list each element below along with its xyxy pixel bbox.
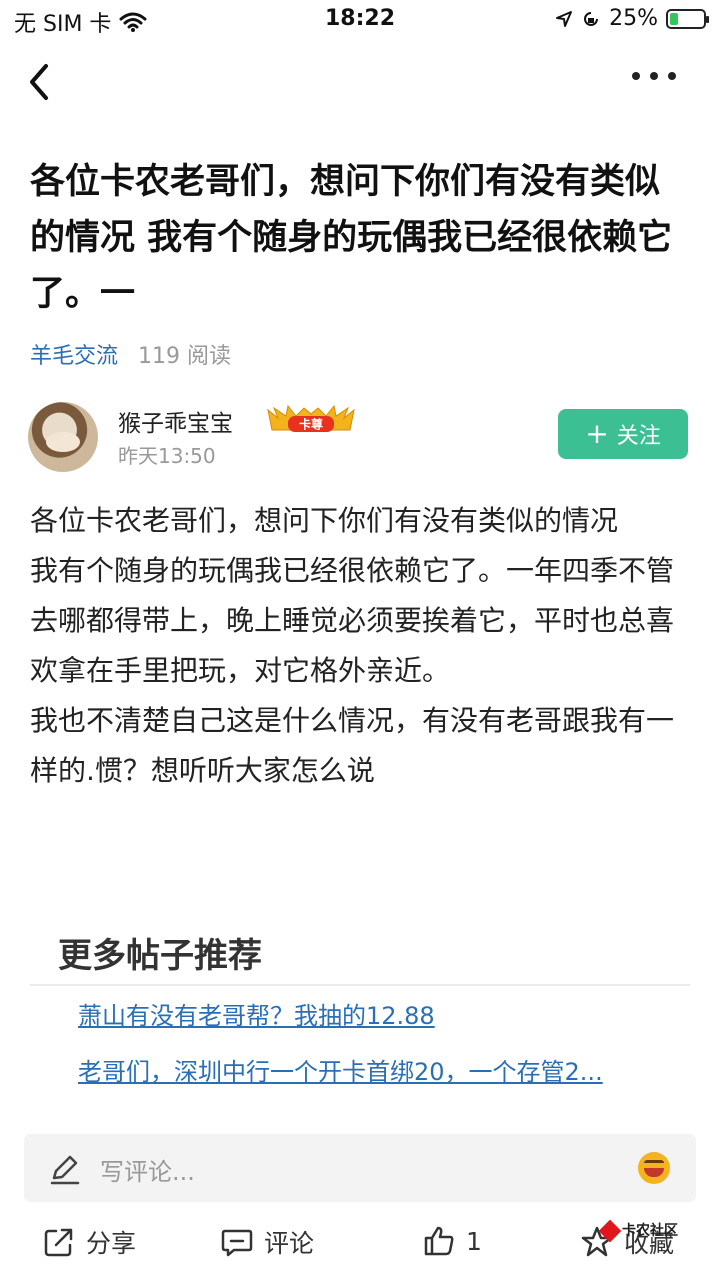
- author-row: 猴子乖宝宝 卡尊 昨天13:50 + 关注: [28, 400, 692, 476]
- like-icon: [424, 1226, 454, 1256]
- status-bar: 无 SIM 卡 18:22 25%: [0, 0, 720, 40]
- rank-badge: 卡尊: [267, 404, 355, 432]
- divider: [30, 984, 690, 986]
- battery-percent: 25%: [609, 6, 658, 31]
- more-icon-dot: [632, 72, 640, 80]
- back-button[interactable]: [22, 60, 62, 104]
- more-icon-dot: [650, 72, 658, 80]
- comment-button[interactable]: 评论: [220, 1224, 314, 1260]
- battery-level: [670, 12, 678, 25]
- recommend-list: 萧山有没有老哥帮？我抽的12.88 老哥们，深圳中行一个开卡首绑20，一个存管2…: [78, 996, 678, 1108]
- like-button[interactable]: 1: [422, 1224, 482, 1258]
- author-name[interactable]: 猴子乖宝宝: [118, 404, 233, 438]
- comment-input[interactable]: 写评论...: [24, 1134, 696, 1202]
- battery-icon: [666, 8, 709, 29]
- share-icon: [44, 1228, 73, 1257]
- like-count: 1: [466, 1226, 482, 1256]
- comment-label: 评论: [264, 1229, 315, 1258]
- post-title: 各位卡农老哥们，想问下你们有没有类似的情况 我有个随身的玩偶我已经很依赖它了。一: [30, 162, 673, 314]
- bottom-action-bar: 分享 评论 1 收藏 卡农社区: [0, 1212, 720, 1272]
- post-meta: 羊毛交流 119 阅读: [30, 338, 231, 370]
- badge-label: 卡尊: [299, 417, 323, 432]
- follow-label: 关注: [616, 424, 661, 449]
- post-time: 昨天13:50: [118, 444, 216, 468]
- post-paragraph: 我有个随身的玩偶我已经很依赖它了。一年四季不管去哪都得带上，晚上睡觉必须要挨着它…: [30, 554, 675, 687]
- avatar[interactable]: [28, 402, 98, 472]
- follow-button[interactable]: + 关注: [558, 409, 688, 459]
- watermark-logo: [598, 1219, 622, 1243]
- read-count: 119 阅读: [138, 344, 232, 369]
- location-icon: [556, 10, 573, 27]
- back-icon: [30, 64, 48, 100]
- status-right: 25%: [555, 6, 709, 31]
- emoji-icon[interactable]: [638, 1152, 670, 1184]
- plus-icon: +: [585, 417, 609, 450]
- recommend-link[interactable]: 老哥们，深圳中行一个开卡首绑20，一个存管2...: [78, 1052, 678, 1092]
- watermark-text: 卡农社区: [622, 1223, 678, 1239]
- recommend-link[interactable]: 萧山有没有老哥帮？我抽的12.88: [78, 996, 678, 1036]
- comment-placeholder: 写评论...: [100, 1158, 195, 1186]
- category-link[interactable]: 羊毛交流: [30, 338, 118, 370]
- watermark: 卡农社区: [598, 1219, 678, 1243]
- lock-rotation-icon: [584, 11, 599, 26]
- post-paragraph: 我也不清楚自己这是什么情况，有没有老哥跟我有一样的.惯？想听听大家怎么说: [30, 704, 675, 787]
- recommend-title: 更多帖子推荐: [58, 936, 262, 976]
- post-body: 各位卡农老哥们，想问下你们有没有类似的情况 我有个随身的玩偶我已经很依赖它了。一…: [30, 496, 694, 796]
- share-label: 分享: [86, 1229, 137, 1258]
- post-paragraph: 各位卡农老哥们，想问下你们有没有类似的情况: [30, 504, 619, 537]
- nav-bar: [0, 50, 720, 114]
- pencil-icon: [50, 1155, 80, 1185]
- more-icon-dot: [668, 72, 676, 80]
- share-button[interactable]: 分享: [42, 1224, 136, 1260]
- more-button[interactable]: [632, 72, 676, 80]
- comment-icon: [221, 1229, 253, 1257]
